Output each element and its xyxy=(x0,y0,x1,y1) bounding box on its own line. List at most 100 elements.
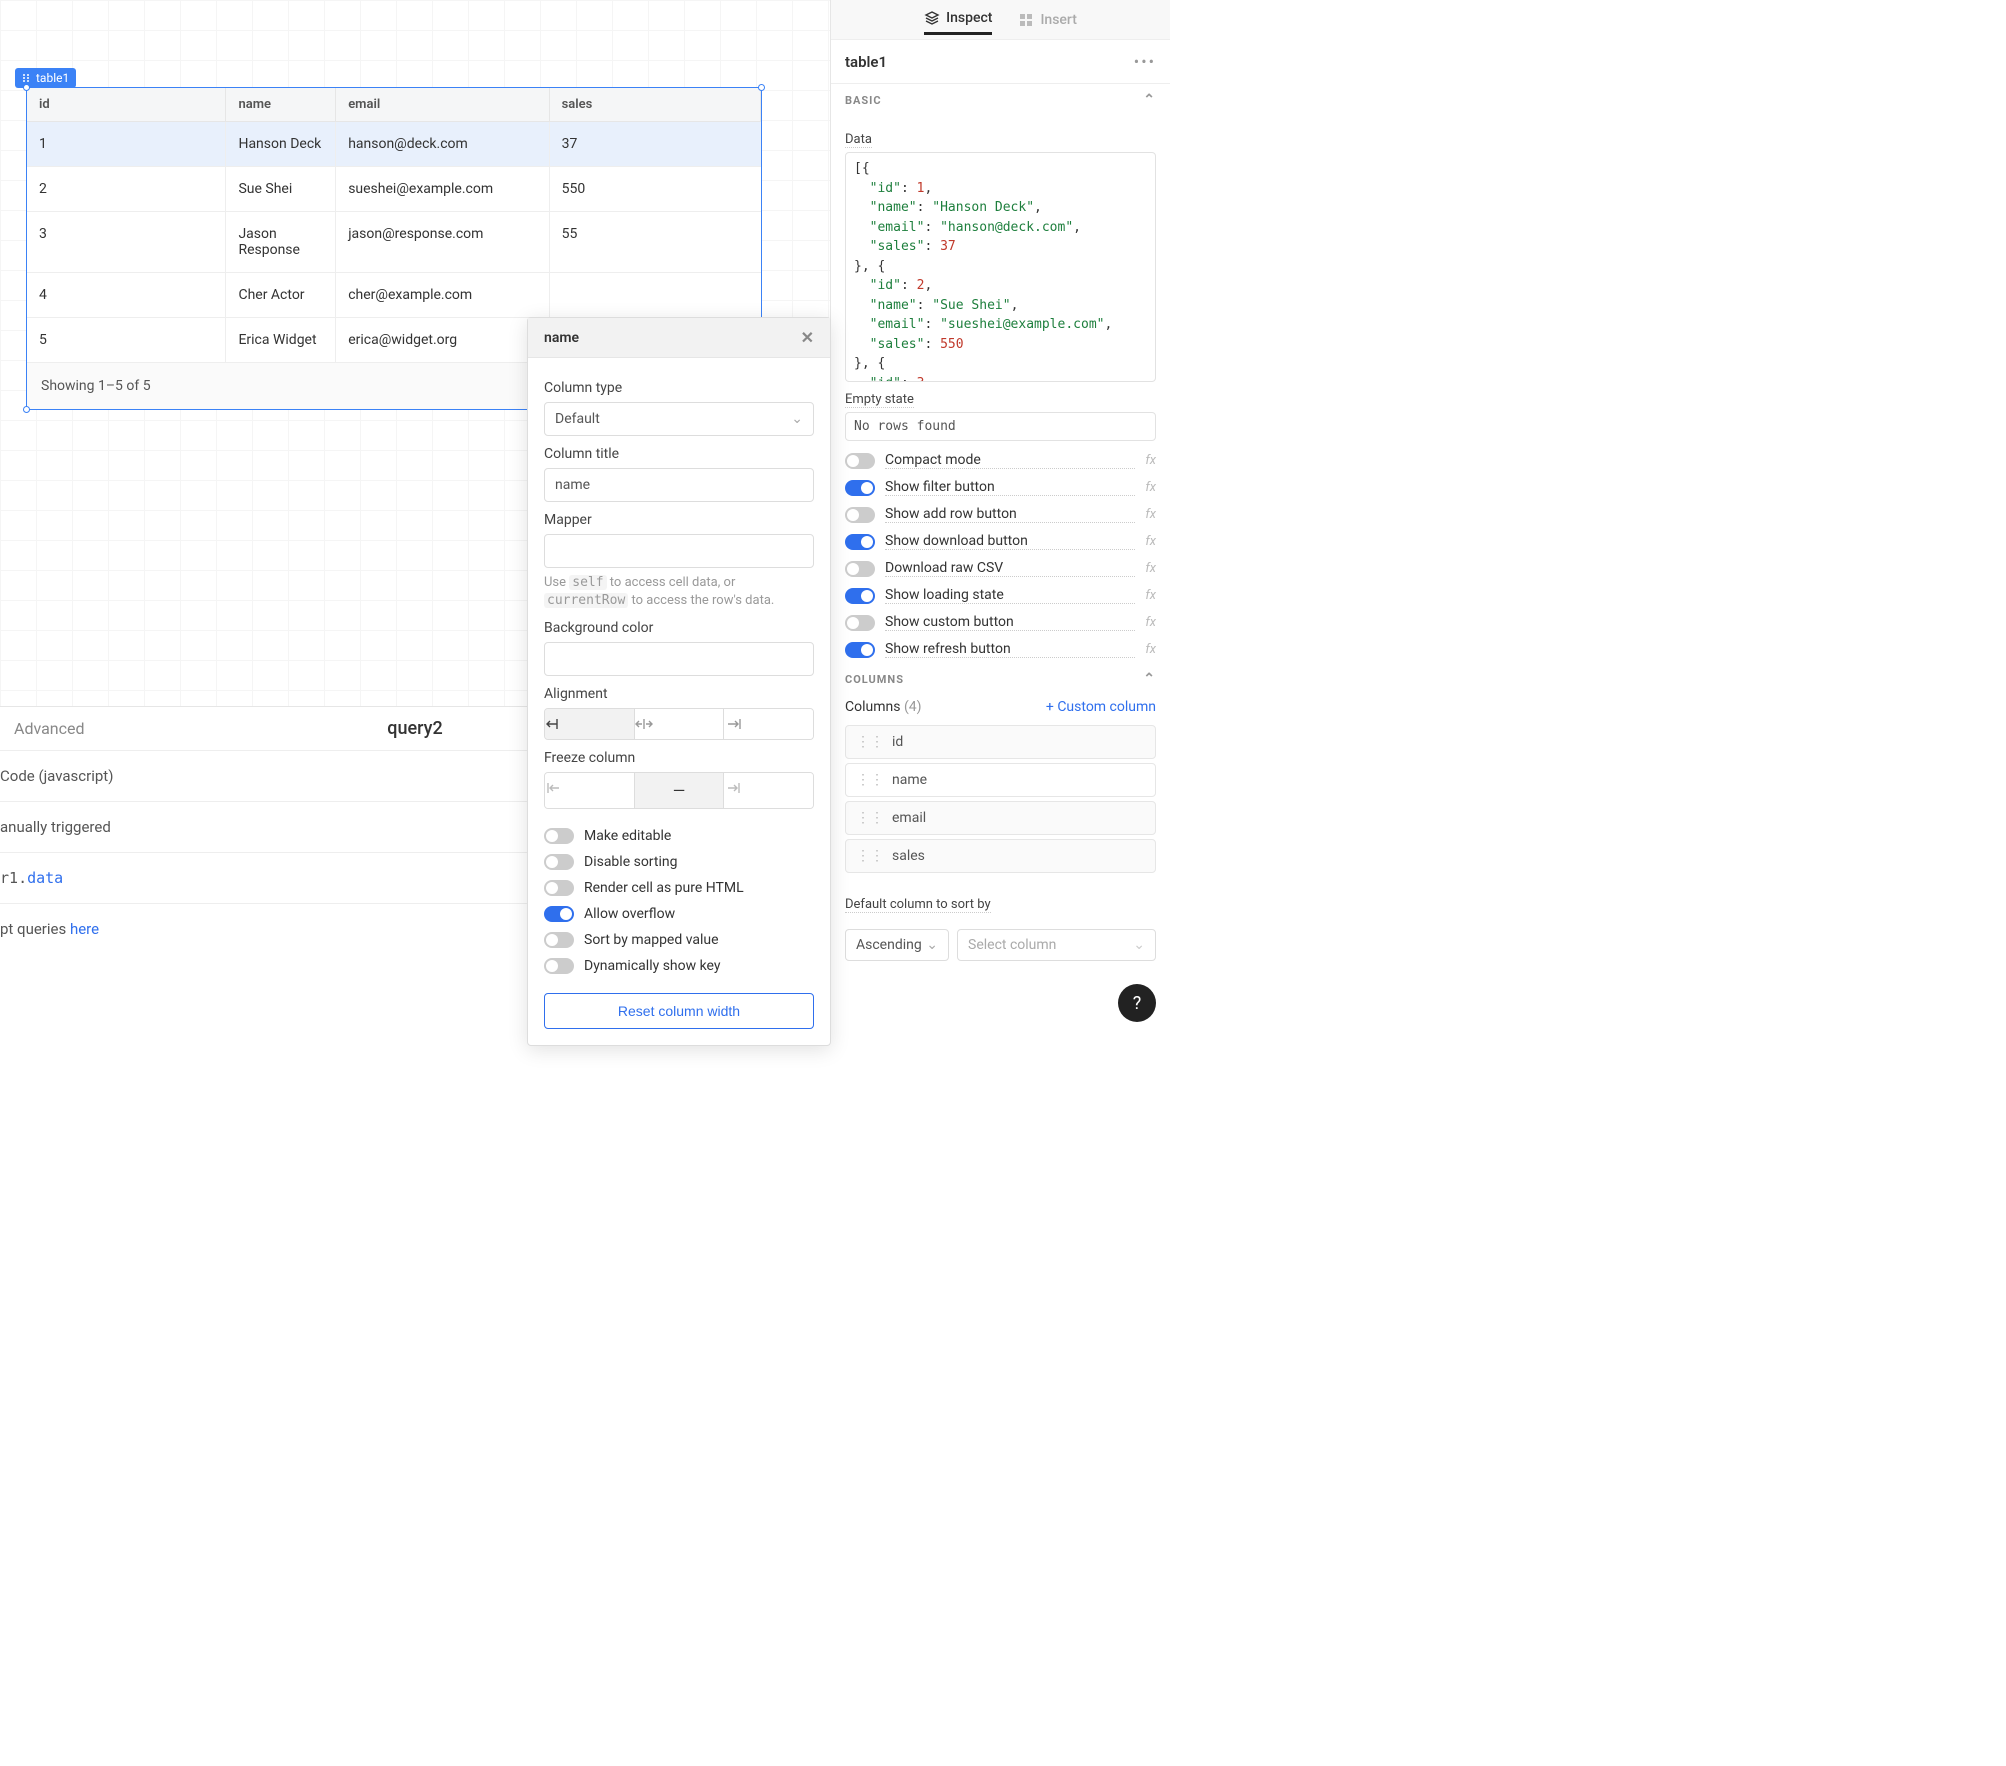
help-button[interactable]: ? xyxy=(1118,984,1156,1022)
mapper-label: Mapper xyxy=(544,512,814,528)
here-link[interactable]: here xyxy=(70,920,99,938)
chevron-up-icon[interactable]: ⌃ xyxy=(1143,671,1156,687)
cell-email: sueshei@example.com xyxy=(336,167,549,211)
fx-icon[interactable]: fx xyxy=(1145,615,1156,630)
data-code-editor[interactable]: [{ "id": 1, "name": "Hanson Deck", "emai… xyxy=(845,152,1156,382)
column-item-label: id xyxy=(892,734,903,750)
toggle-switch[interactable] xyxy=(845,453,875,469)
freeze-none-button[interactable]: — xyxy=(635,773,725,808)
fx-icon[interactable]: fx xyxy=(1145,588,1156,603)
drag-icon[interactable]: ⋮⋮ xyxy=(856,734,884,750)
more-menu-button[interactable]: ••• xyxy=(1134,52,1156,71)
drag-icon[interactable]: ⋮⋮ xyxy=(856,772,884,788)
column-item[interactable]: ⋮⋮email xyxy=(845,801,1156,835)
column-title-input[interactable]: name xyxy=(544,468,814,502)
toggle-label: Download raw CSV xyxy=(885,560,1135,577)
toggle-switch[interactable] xyxy=(845,642,875,658)
empty-state-label: Empty state xyxy=(845,392,914,408)
query-name[interactable]: query2 xyxy=(387,718,442,739)
column-header-id[interactable]: id xyxy=(27,88,226,121)
column-item[interactable]: ⋮⋮name xyxy=(845,763,1156,797)
column-item[interactable]: ⋮⋮ id xyxy=(845,725,1156,759)
fx-icon[interactable]: fx xyxy=(1145,534,1156,549)
fx-icon[interactable]: fx xyxy=(1145,507,1156,522)
drag-icon[interactable]: ⋮⋮ xyxy=(856,848,884,864)
toggle-row: Show custom buttonfx xyxy=(831,609,1170,636)
resize-handle[interactable] xyxy=(23,406,30,413)
toggle-switch[interactable] xyxy=(845,561,875,577)
cell-email: erica@widget.org xyxy=(336,318,549,362)
table-header-row: id name email sales xyxy=(27,88,761,122)
toggle-switch[interactable] xyxy=(544,828,574,844)
column-item-label: sales xyxy=(892,848,925,864)
section-basic[interactable]: BASIC xyxy=(845,94,882,107)
sort-column-select[interactable]: Select column⌄ xyxy=(957,929,1156,961)
toggle-switch[interactable] xyxy=(845,480,875,496)
cell-sales: 55 xyxy=(550,212,761,272)
toggle-label: Show refresh button xyxy=(885,641,1135,658)
resize-handle[interactable] xyxy=(758,84,765,91)
toggle-switch[interactable] xyxy=(544,880,574,896)
fx-icon[interactable]: fx xyxy=(1145,453,1156,468)
align-right-button[interactable] xyxy=(724,709,813,739)
bg-color-label: Background color xyxy=(544,620,814,636)
table-row[interactable]: 2Sue Sheisueshei@example.com550 xyxy=(27,167,761,212)
toggle-row: Sort by mapped value xyxy=(544,927,814,953)
align-left-button[interactable] xyxy=(545,709,635,739)
mapper-input[interactable] xyxy=(544,534,814,568)
cell-id: 3 xyxy=(27,212,226,272)
column-type-select[interactable]: Default⌄ xyxy=(544,402,814,436)
cell-id: 2 xyxy=(27,167,226,211)
reset-column-width-button[interactable]: Reset column width xyxy=(544,993,814,1029)
toggle-switch[interactable] xyxy=(845,588,875,604)
toggle-row: Show filter buttonfx xyxy=(831,474,1170,501)
column-item[interactable]: ⋮⋮ sales xyxy=(845,839,1156,873)
freeze-right-button[interactable] xyxy=(724,773,813,808)
rows-summary: Showing 1–5 of 5 xyxy=(41,378,151,394)
toggle-label: Sort by mapped value xyxy=(584,932,719,948)
close-icon[interactable]: ✕ xyxy=(801,328,814,347)
add-custom-column-link[interactable]: + Custom column xyxy=(1046,699,1156,715)
chevron-up-icon[interactable]: ⌃ xyxy=(1143,92,1156,108)
bg-color-input[interactable] xyxy=(544,642,814,676)
toggle-switch[interactable] xyxy=(845,507,875,523)
component-name[interactable]: table1 xyxy=(845,53,887,71)
table-row[interactable]: 4Cher Actorcher@example.com xyxy=(27,273,761,318)
toggle-label: Dynamically show key xyxy=(584,958,721,974)
drag-icon[interactable]: ⋮⋮ xyxy=(856,810,884,826)
table-row[interactable]: 3Jason Responsejason@response.com55 xyxy=(27,212,761,273)
align-center-button[interactable] xyxy=(635,709,725,739)
component-tag-label: table1 xyxy=(36,71,69,85)
fx-icon[interactable]: fx xyxy=(1145,561,1156,576)
toggle-row: Make editable xyxy=(544,823,814,849)
section-columns[interactable]: COLUMNS xyxy=(845,673,904,686)
column-title-label: Column title xyxy=(544,446,814,462)
insert-icon xyxy=(1018,12,1034,28)
toggle-switch[interactable] xyxy=(544,932,574,948)
toggle-switch[interactable] xyxy=(845,615,875,631)
column-header-email[interactable]: email xyxy=(336,88,549,121)
fx-icon[interactable]: fx xyxy=(1145,480,1156,495)
default-sort-label: Default column to sort by xyxy=(845,897,991,913)
cell-email: cher@example.com xyxy=(336,273,549,317)
table-row[interactable]: 1Hanson Deckhanson@deck.com37 xyxy=(27,122,761,167)
tab-inspect[interactable]: Inspect xyxy=(924,10,992,35)
fx-icon[interactable]: fx xyxy=(1145,642,1156,657)
empty-state-input[interactable]: No rows found xyxy=(845,412,1156,441)
toggle-switch[interactable] xyxy=(845,534,875,550)
toggle-switch[interactable] xyxy=(544,854,574,870)
toggle-switch[interactable] xyxy=(544,958,574,974)
tab-insert[interactable]: Insert xyxy=(1018,12,1076,34)
toggle-row: Show download buttonfx xyxy=(831,528,1170,555)
toggle-label: Allow overflow xyxy=(584,906,675,922)
sort-direction-select[interactable]: Ascending⌄ xyxy=(845,929,949,961)
freeze-left-button[interactable] xyxy=(545,773,635,808)
layers-icon xyxy=(924,10,940,26)
toggle-label: Show loading state xyxy=(885,587,1135,604)
resize-handle[interactable] xyxy=(23,84,30,91)
toggle-switch[interactable] xyxy=(544,906,574,922)
column-header-name[interactable]: name xyxy=(226,88,336,121)
advanced-label[interactable]: Advanced xyxy=(14,719,85,738)
column-header-sales[interactable]: sales xyxy=(550,88,761,121)
cell-id: 1 xyxy=(27,122,226,166)
